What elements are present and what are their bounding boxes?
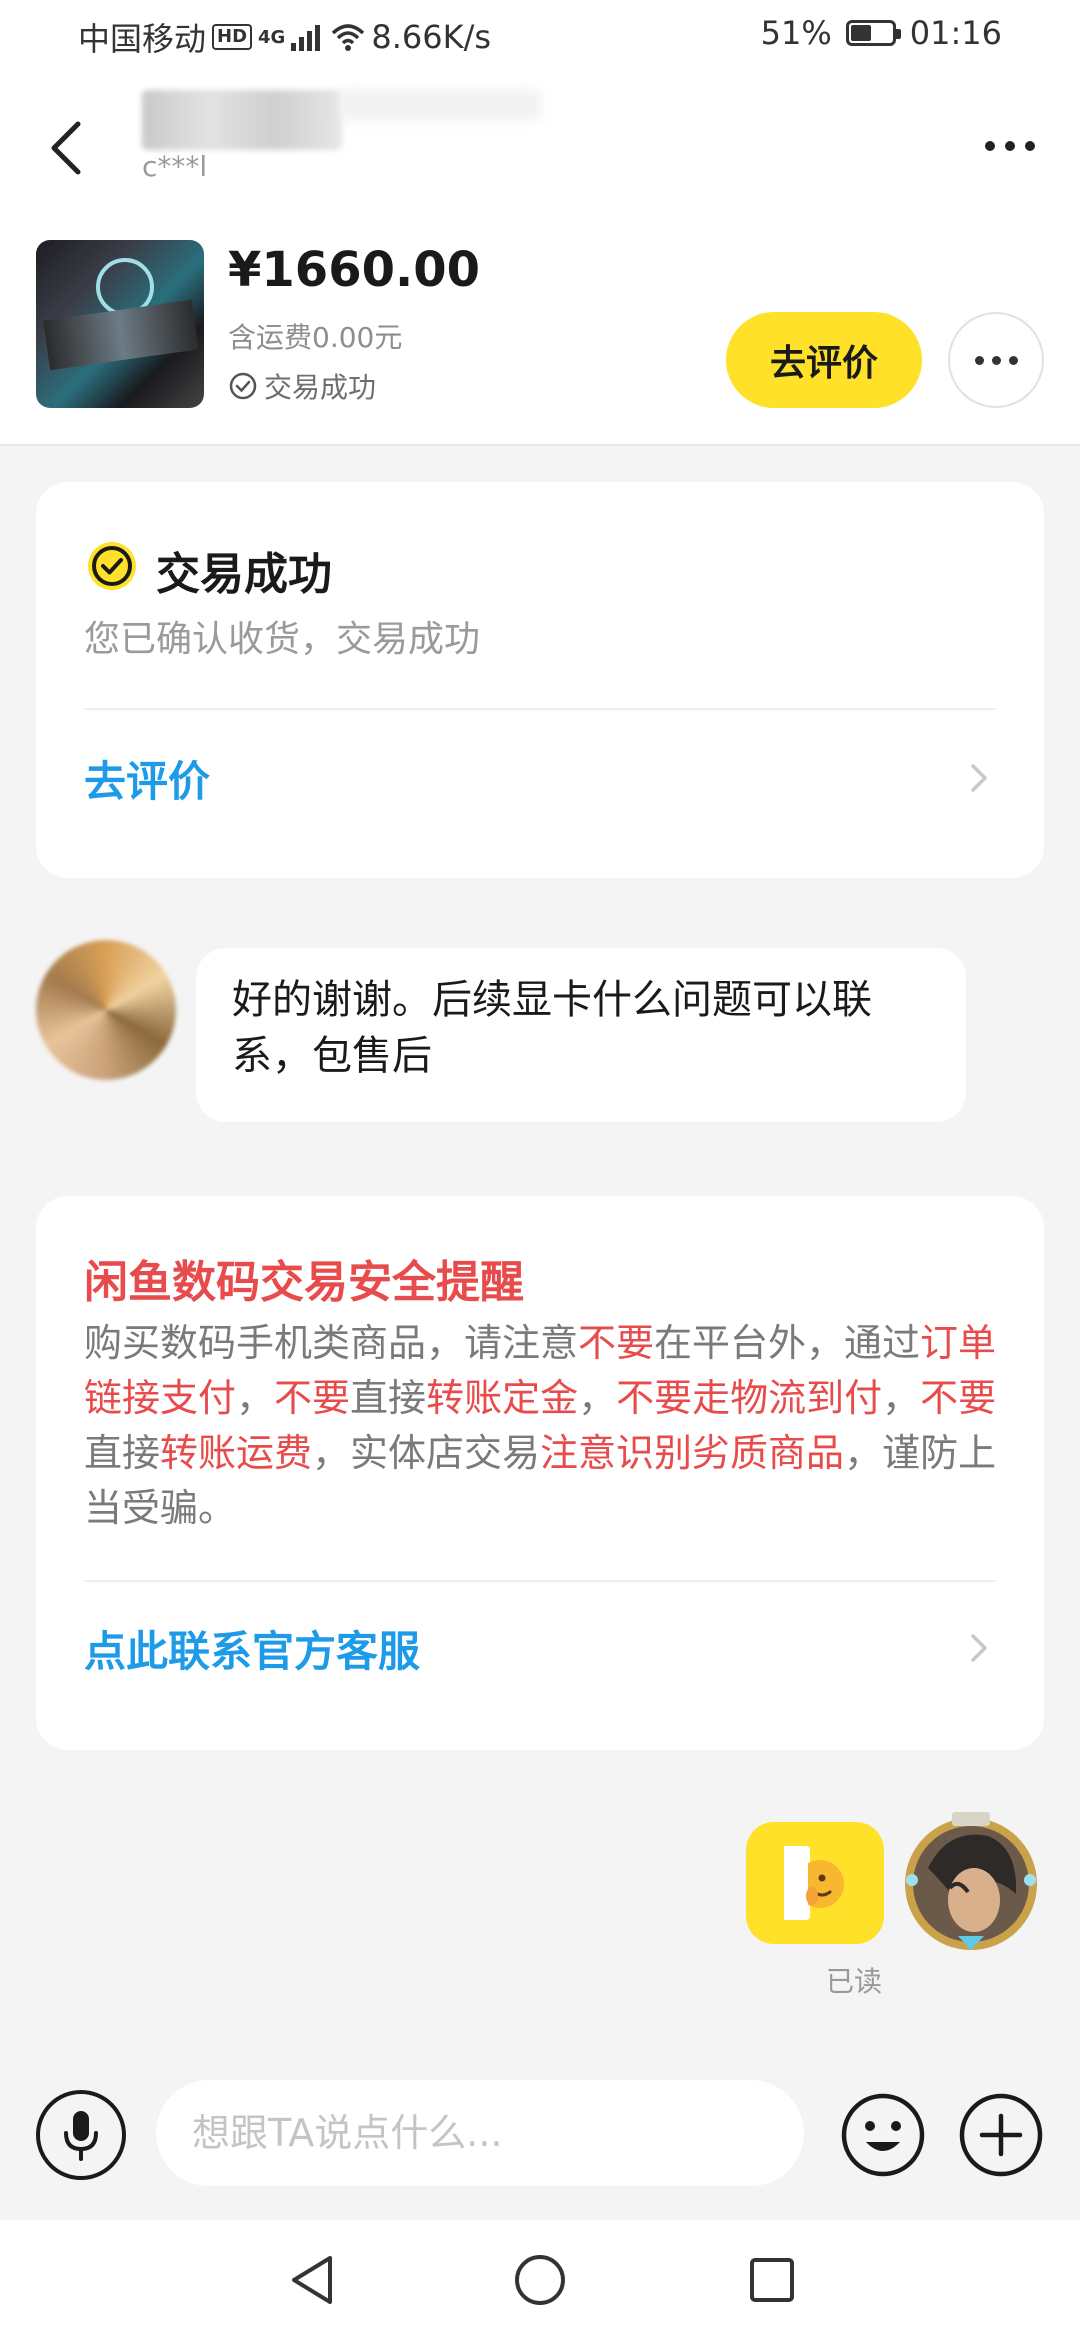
safety-warning-highlight: 转账定金 — [426, 1376, 579, 1420]
read-receipt: 已读 — [826, 1965, 883, 1998]
divider — [84, 708, 996, 710]
more-dots-icon-dot — [1008, 355, 1018, 365]
safety-warning-highlight: 不要 — [274, 1376, 351, 1420]
check-circle-icon — [229, 372, 257, 400]
seller-name-redacted — [142, 90, 342, 150]
safety-warning-highlight: 注意识别劣质商品 — [540, 1431, 845, 1475]
trade-success-subtitle: 您已确认收货，交易成功 — [84, 619, 481, 660]
review-button[interactable]: 去评价 — [726, 312, 922, 408]
safety-text-segment: 购买数码手机类商品，请注意 — [84, 1321, 579, 1365]
circle-home-icon — [515, 2255, 565, 2305]
user-avatar[interactable] — [898, 1808, 1044, 1954]
safety-text-segment: 在平台外，通过 — [654, 1321, 921, 1365]
more-actions-button[interactable] — [956, 2090, 1046, 2180]
outgoing-sticker-message[interactable] — [746, 1822, 884, 1944]
more-dots-icon-dot — [1005, 141, 1015, 151]
seller-avatar[interactable] — [36, 940, 176, 1080]
trade-status: 交易成功 — [228, 366, 376, 406]
microphone-icon — [64, 2111, 98, 2161]
wifi-icon — [332, 24, 365, 51]
nav-back-button[interactable] — [284, 2250, 344, 2310]
more-dots-icon — [974, 355, 984, 365]
product-thumbnail[interactable] — [36, 240, 204, 408]
safety-text-segment: ， — [236, 1376, 275, 1420]
safety-warning-highlight: 转账运费 — [160, 1431, 313, 1475]
safety-text-segment: ， — [578, 1376, 617, 1420]
yellow-check-icon — [88, 542, 136, 590]
safety-warning-highlight: 不要走物流到付 — [616, 1376, 883, 1420]
message-input[interactable] — [156, 2080, 804, 2186]
seller-name-redacted-tail — [340, 90, 540, 120]
chat-header: c***l — [0, 80, 1080, 220]
go-review-link[interactable]: 去评价 — [36, 718, 1044, 838]
more-dots-icon-dot — [1025, 141, 1035, 151]
more-options-button[interactable] — [970, 116, 1050, 176]
incoming-message-text: 好的谢谢。后续显卡什么问题可以联系，包售后 — [232, 977, 872, 1079]
safety-body: 购买数码手机类商品，请注意不要在平台外，通过订单链接支付，不要直接转账定金，不要… — [84, 1316, 1004, 1536]
signal-icon — [291, 25, 321, 51]
trade-success-title: 交易成功 — [156, 549, 332, 600]
smiley-icon — [841, 2093, 925, 2177]
safety-title: 闲鱼数码交易安全提醒 — [84, 1257, 524, 1308]
back-button[interactable] — [36, 108, 96, 188]
battery-icon — [845, 20, 901, 46]
chevron-right-icon — [971, 764, 987, 792]
system-nav-bar — [0, 2220, 1080, 2340]
plus-icon — [959, 2093, 1043, 2177]
hd-badge: HD — [212, 24, 253, 50]
chevron-right-icon — [971, 1634, 987, 1662]
divider — [84, 1580, 996, 1582]
shipping-fee: 含运费0.00元 — [228, 321, 403, 354]
battery-level — [850, 25, 872, 41]
safety-text-segment: ，实体店交易 — [312, 1431, 541, 1475]
product-summary: ¥1660.00 含运费0.00元 交易成功 去评价 — [0, 220, 1080, 446]
clock: 01:16 — [909, 14, 1002, 52]
status-bar: 中国移动 HD 4G 8.66K/s 51% 01:16 — [0, 0, 1080, 80]
carrier-label: 中国移动 — [78, 20, 207, 58]
safety-warning-highlight: 不要 — [920, 1376, 997, 1420]
message-input-bar — [0, 2054, 1080, 2220]
more-dots-icon-dot — [991, 355, 1001, 365]
incoming-message-bubble[interactable]: 好的谢谢。后续显卡什么问题可以联系，包售后 — [196, 948, 966, 1122]
battery-percent: 51% — [760, 14, 832, 52]
nav-home-button[interactable] — [510, 2250, 570, 2310]
safety-reminder-card: 闲鱼数码交易安全提醒 购买数码手机类商品，请注意不要在平台外，通过订单链接支付，… — [36, 1196, 1044, 1750]
triangle-back-icon — [292, 2256, 332, 2304]
network-speed: 8.66K/s — [371, 18, 492, 56]
safety-text-segment: ， — [882, 1376, 921, 1420]
more-dots-icon — [985, 141, 995, 151]
seller-subtitle: c***l — [142, 150, 208, 183]
trade-success-card: 交易成功 您已确认收货，交易成功 去评价 — [36, 482, 1044, 878]
voice-input-button[interactable] — [36, 2090, 126, 2180]
go-review-label: 去评价 — [84, 756, 211, 806]
contact-support-link[interactable]: 点此联系官方客服 — [36, 1588, 1044, 1708]
status-left: 中国移动 HD 4G 8.66K/s — [78, 14, 491, 60]
safety-warning-highlight: 不要 — [578, 1321, 655, 1365]
back-arrow-icon — [51, 121, 81, 175]
status-right: 51% 01:16 — [761, 14, 1002, 52]
thumbnail-detail — [43, 299, 199, 371]
peeking-face-sticker-icon — [784, 1846, 844, 1920]
contact-support-label: 点此联系官方客服 — [84, 1626, 421, 1676]
trade-status-text: 交易成功 — [264, 371, 377, 404]
network-type: 4G — [258, 26, 286, 48]
safety-text-segment: 直接 — [350, 1376, 427, 1420]
user-avatar-icon — [905, 1812, 1037, 1950]
product-price: ¥1660.00 — [228, 242, 481, 298]
square-recents-icon — [750, 2258, 794, 2302]
nav-recents-button[interactable] — [742, 2250, 802, 2310]
emoji-button[interactable] — [838, 2090, 928, 2180]
safety-text-segment: 直接 — [84, 1431, 161, 1475]
product-more-button[interactable] — [948, 312, 1044, 408]
